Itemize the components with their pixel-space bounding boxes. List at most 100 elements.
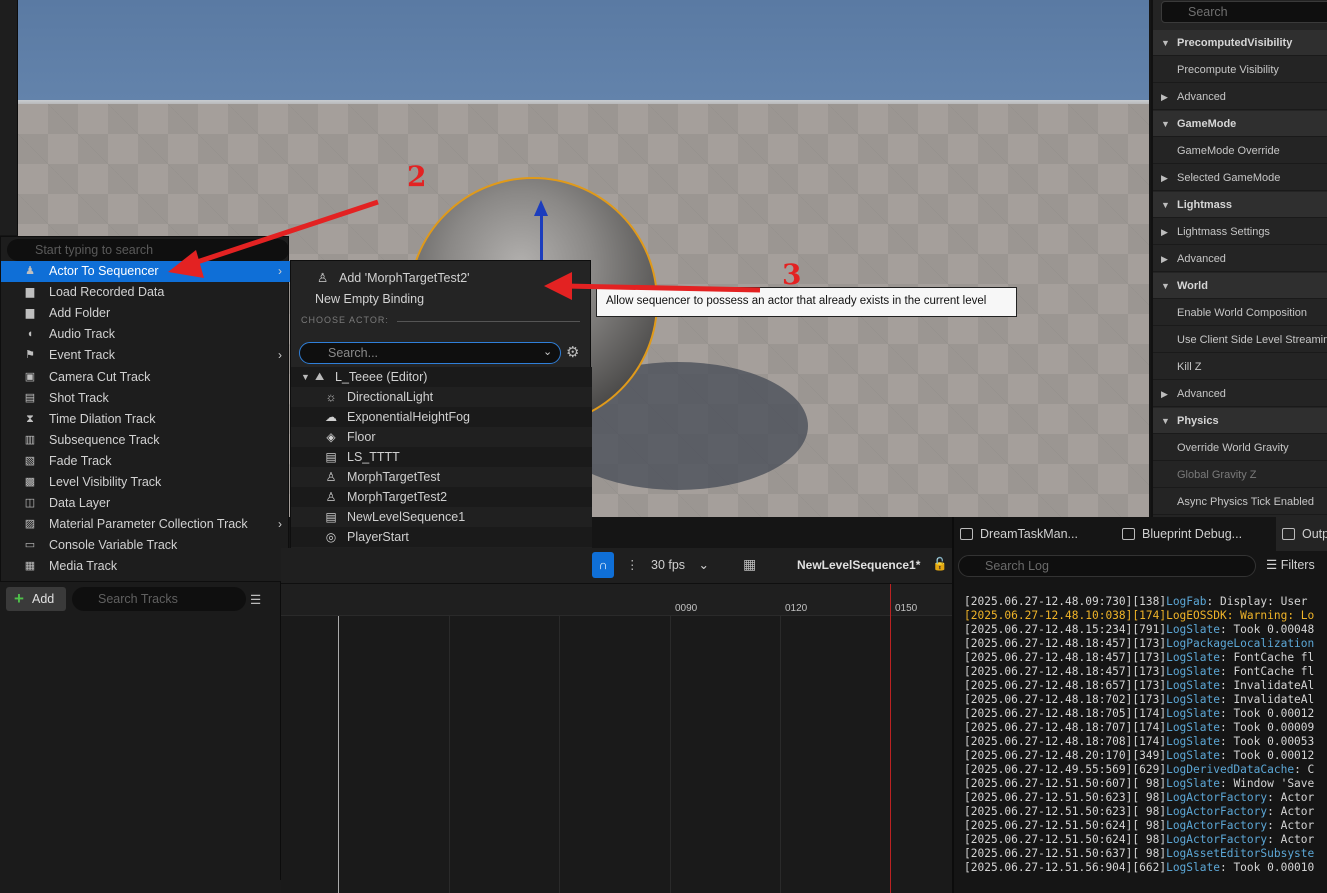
- end-marker[interactable]: [890, 584, 891, 893]
- filter-icon[interactable]: ☰: [250, 592, 266, 607]
- details-row[interactable]: ▶ Advanced: [1153, 84, 1327, 110]
- menu-item[interactable]: ⧗ Time Dilation Track: [1, 409, 290, 430]
- menu-item-label: Event Track: [49, 348, 115, 363]
- filters-button[interactable]: ☰ Filters: [1266, 557, 1315, 572]
- menu-item[interactable]: ▩ Level Visibility Track: [1, 472, 290, 493]
- output-log-panel: DreamTaskMan... Blueprint Debug... Outp …: [952, 517, 1327, 893]
- tick-label: 0150: [895, 603, 918, 614]
- details-row[interactable]: Kill Z: [1153, 354, 1327, 380]
- expand-arrow-icon[interactable]: ▼: [1161, 111, 1170, 137]
- level-tree-item[interactable]: ▼ ⛰ L_Teeee (Editor): [291, 367, 592, 387]
- actor-list-item[interactable]: ☁ ExponentialHeightFog: [291, 407, 592, 427]
- tick-label: 0090: [675, 603, 698, 614]
- actor-label: NewLevelSequence1: [347, 510, 466, 524]
- tab-dreamtaskmanager[interactable]: DreamTaskMan...: [954, 517, 1078, 551]
- lock-icon[interactable]: 🔓: [932, 557, 948, 572]
- details-row[interactable]: Use Client Side Level Streaming: [1153, 327, 1327, 353]
- menu-item[interactable]: ◖ Audio Track: [1, 324, 290, 345]
- gear-icon[interactable]: ⚙: [566, 343, 579, 361]
- chevron-down-icon[interactable]: ⌄: [543, 345, 552, 358]
- details-row[interactable]: ▼ World: [1153, 273, 1327, 299]
- collapsed-arrow-icon[interactable]: ▶: [1161, 219, 1168, 245]
- log-category: LogSlate: [1166, 735, 1220, 748]
- actor-list-item[interactable]: ◎ PlayerStart: [291, 527, 592, 547]
- menu-item[interactable]: ▣ Camera Cut Track: [1, 367, 290, 388]
- collapsed-arrow-icon[interactable]: ▶: [1161, 165, 1168, 191]
- menu-item[interactable]: ♟ Actor To Sequencer ›: [1, 261, 290, 282]
- expand-arrow-icon[interactable]: ▼: [1161, 192, 1170, 218]
- collapsed-arrow-icon[interactable]: ▶: [1161, 84, 1168, 110]
- menu-item[interactable]: ▥ Subsequence Track: [1, 430, 290, 451]
- curve-editor-icon[interactable]: ▦: [743, 556, 756, 573]
- menu-item[interactable]: ▦ Media Track: [1, 556, 290, 577]
- collapse-arrow-icon[interactable]: ▼: [301, 367, 310, 387]
- details-row[interactable]: ▼ PrecomputedVisibility: [1153, 30, 1327, 56]
- add-selected-actor-item[interactable]: ♙ Add 'MorphTargetTest2': [291, 268, 592, 288]
- log-prefix: [2025.06.27-12.48.18:457][173]: [964, 637, 1167, 650]
- log-line: [2025.06.27-12.48.18:457][173]LogPackage…: [964, 637, 1327, 651]
- expand-arrow-icon[interactable]: ▼: [1161, 30, 1170, 56]
- time-ruler[interactable]: 0090 0120 0150: [281, 584, 952, 616]
- expand-arrow-icon[interactable]: ▼: [1161, 408, 1170, 434]
- tab-output-log[interactable]: Outp: [1276, 517, 1327, 551]
- snap-magnet-button[interactable]: ∩: [592, 552, 614, 578]
- details-row[interactable]: ▶ Advanced: [1153, 381, 1327, 407]
- menu-item[interactable]: ▤ Shot Track: [1, 388, 290, 409]
- log-category: LogPackageLocalization: [1166, 637, 1315, 650]
- sequencer-timeline[interactable]: 0090 0120 0150: [281, 584, 952, 893]
- actor-list-item[interactable]: ☼ DirectionalLight: [291, 387, 592, 407]
- details-row[interactable]: Enable World Composition: [1153, 300, 1327, 326]
- details-row[interactable]: ▼ GameMode: [1153, 111, 1327, 137]
- menu-item[interactable]: ▆ Load Recorded Data: [1, 282, 290, 303]
- details-row[interactable]: ▼ Physics: [1153, 408, 1327, 434]
- chevron-right-icon: ›: [278, 348, 282, 363]
- more-options-icon[interactable]: ⋮: [626, 557, 639, 572]
- search-tracks-input[interactable]: Search Tracks: [72, 587, 246, 611]
- details-row[interactable]: Override World Gravity: [1153, 435, 1327, 461]
- chevron-right-icon: ›: [278, 517, 282, 532]
- playhead-line[interactable]: [338, 616, 339, 893]
- search-log-input[interactable]: Search Log: [958, 555, 1256, 577]
- expand-arrow-icon[interactable]: ▼: [1161, 273, 1170, 299]
- details-row[interactable]: ▶ Advanced: [1153, 246, 1327, 272]
- menu-item[interactable]: ⚑ Event Track ›: [1, 345, 290, 366]
- log-line: [2025.06.27-12.51.50:623][ 98]LogActorFa…: [964, 791, 1327, 805]
- details-row[interactable]: Precompute Visibility: [1153, 57, 1327, 83]
- log-line: [2025.06.27-12.51.50:637][ 98]LogAssetEd…: [964, 847, 1327, 861]
- fps-dropdown[interactable]: 30 fps ⌄: [651, 557, 709, 572]
- tab-blueprint-debugger[interactable]: Blueprint Debug...: [1116, 517, 1242, 551]
- log-category: LogSlate: [1166, 679, 1220, 692]
- log-message: : FontCache fl: [1219, 665, 1315, 678]
- menu-item[interactable]: ▧ Fade Track: [1, 451, 290, 472]
- collapsed-arrow-icon[interactable]: ▶: [1161, 246, 1168, 272]
- tab-label: DreamTaskMan...: [980, 527, 1078, 541]
- details-row[interactable]: ▶ Lightmass Settings: [1153, 219, 1327, 245]
- new-empty-binding-item[interactable]: New Empty Binding: [291, 289, 592, 309]
- log-message: : Actor: [1267, 805, 1315, 818]
- details-row[interactable]: ▼ Lightmass: [1153, 192, 1327, 218]
- details-row[interactable]: Async Physics Tick Enabled: [1153, 489, 1327, 515]
- details-row[interactable]: Global Gravity Z: [1153, 462, 1327, 488]
- actor-list-item[interactable]: ♙ MorphTargetTest2: [291, 487, 592, 507]
- details-row[interactable]: ▶ Selected GameMode: [1153, 165, 1327, 191]
- collapsed-arrow-icon[interactable]: ▶: [1161, 381, 1168, 407]
- details-row-label: Use Client Side Level Streaming: [1177, 334, 1327, 346]
- transport-controls[interactable]: [0, 880, 281, 893]
- details-row[interactable]: GameMode Override: [1153, 138, 1327, 164]
- details-search-input[interactable]: Search: [1161, 1, 1327, 23]
- log-category: LogDerivedDataCache: [1166, 763, 1295, 776]
- sequence-name: NewLevelSequence1*: [797, 558, 921, 572]
- menu-item[interactable]: ◫ Data Layer: [1, 493, 290, 514]
- actor-list-item[interactable]: ◈ Floor: [291, 427, 592, 447]
- actor-list-item[interactable]: ▤ NewLevelSequence1: [291, 507, 592, 527]
- menu-item[interactable]: ▨ Material Parameter Collection Track ›: [1, 514, 290, 535]
- log-line: [2025.06.27-12.48.18:457][173]LogSlate: …: [964, 665, 1327, 679]
- menu-item[interactable]: ▭ Console Variable Track: [1, 535, 290, 556]
- actor-search-input[interactable]: Search...: [299, 342, 561, 364]
- menu-search-input[interactable]: Start typing to search: [7, 239, 289, 261]
- menu-item[interactable]: ▆ Add Folder: [1, 303, 290, 324]
- add-track-button[interactable]: + Add: [6, 587, 66, 611]
- log-category: LogSlate: [1166, 707, 1220, 720]
- actor-list-item[interactable]: ▤ LS_TTTT: [291, 447, 592, 467]
- actor-list-item[interactable]: ♙ MorphTargetTest: [291, 467, 592, 487]
